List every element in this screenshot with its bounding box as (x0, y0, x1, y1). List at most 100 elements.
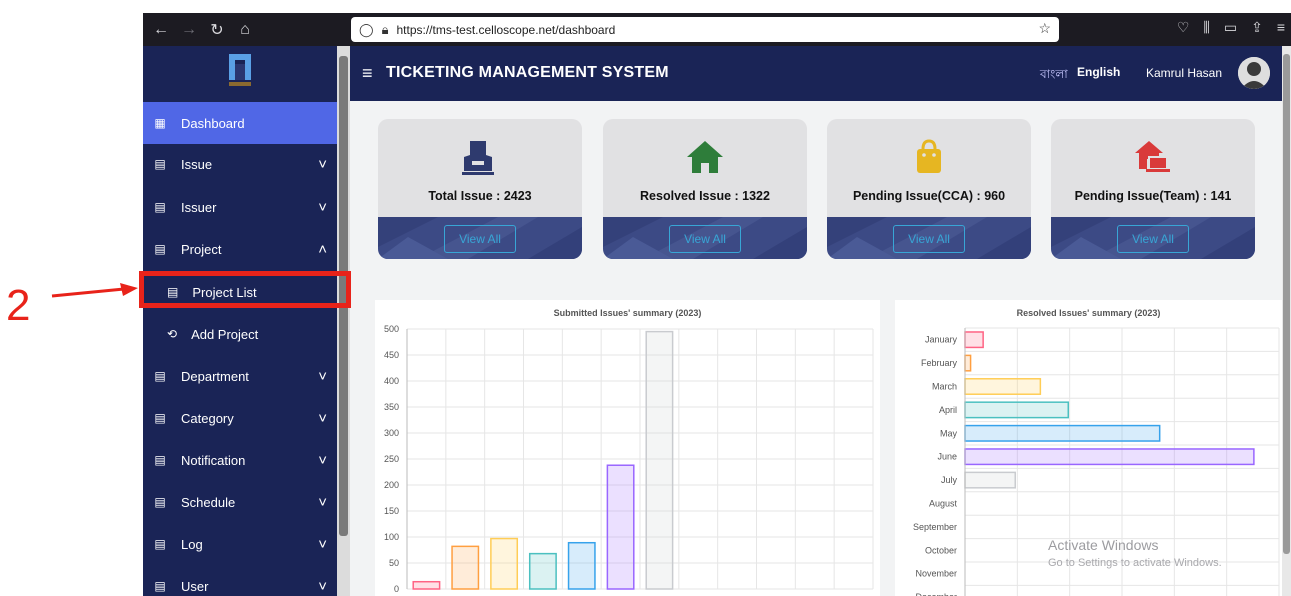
home-icon[interactable]: ⌂ (231, 21, 259, 39)
url-bar[interactable]: ◯ 🔒︎ https://tms-test.celloscope.net/das… (351, 17, 1059, 42)
y-category-label: November (915, 569, 957, 579)
stat-card: Pending Issue(Team) : 141 View All (1051, 119, 1255, 259)
logo (143, 46, 337, 101)
stat-card-footer: View All (603, 217, 807, 259)
hamburger-menu-icon[interactable]: ≡ (362, 63, 373, 84)
submitted-chart-svg: 0 50 100 150 200 250 300 350 400 450 500 (384, 324, 874, 594)
bar-april (964, 401, 1070, 419)
y-category-label: September (913, 522, 957, 532)
user-avatar-icon (1238, 57, 1270, 89)
y-category-label: July (941, 475, 958, 485)
sidebar-item-label: Dashboard (181, 115, 245, 131)
chevron-down-icon: ˅ (318, 451, 327, 469)
sidebar-item-department[interactable]: ▤ Department ˅ (143, 355, 337, 397)
view-all-button[interactable]: View All (1117, 225, 1189, 253)
account-icon[interactable]: ⇪ (1251, 19, 1263, 36)
sidebar-item-schedule[interactable]: ▤ Schedule ˅ (143, 481, 337, 523)
chevron-down-icon: ˅ (318, 577, 327, 595)
user-name[interactable]: Kamrul Hasan (1146, 66, 1222, 80)
y-tick-label: 500 (384, 324, 399, 334)
y-tick-label: 0 (394, 584, 399, 594)
house-laptop-icon (1051, 139, 1255, 180)
screen: 2 ← → ↻ ⌂ ◯ 🔒︎ https://tms-test.cellosco… (0, 0, 1291, 596)
sidebar-toggle-icon[interactable]: ▭ (1224, 19, 1237, 36)
y-category-label: October (925, 545, 957, 555)
shopping-bag-icon (827, 139, 1031, 180)
lock-icon: 🔒︎ (381, 21, 389, 37)
bar-june (606, 464, 635, 590)
y-tick-label: 50 (389, 558, 399, 568)
sidebar-item-label: Log (181, 536, 203, 552)
view-all-button[interactable]: View All (444, 225, 516, 253)
y-tick-label: 100 (384, 532, 399, 542)
list-icon: ▤ (154, 495, 166, 509)
y-tick-label: 450 (384, 350, 399, 360)
chevron-down-icon: ˅ (318, 198, 327, 216)
sidebar-item-project[interactable]: ▤ Project ˄ (143, 228, 337, 270)
language-english-link[interactable]: English (1077, 65, 1120, 79)
bar-march (490, 537, 519, 590)
sidebar-item-dashboard[interactable]: ▦ Dashboard (143, 102, 337, 144)
sidebar-item-add-project[interactable]: ⟲ Add Project (143, 313, 337, 355)
page-scroll-thumb[interactable] (1283, 54, 1290, 554)
bar-january (964, 331, 984, 349)
list-icon: ▤ (154, 579, 166, 593)
view-all-button[interactable]: View All (669, 225, 741, 253)
sidebar-item-issue[interactable]: ▤ Issue ˅ (143, 143, 337, 185)
back-icon[interactable]: ← (147, 21, 175, 39)
chevron-down-icon: ˅ (318, 409, 327, 427)
bookmark-star-icon[interactable]: ☆ (1038, 20, 1051, 37)
browser-toolbar: ← → ↻ ⌂ ◯ 🔒︎ https://tms-test.celloscope… (143, 13, 1291, 46)
stat-card: Total Issue : 2423 View All (378, 119, 582, 259)
page-scrollbar[interactable] (1282, 46, 1291, 596)
library-icon[interactable]: ⫼ (1203, 19, 1209, 36)
y-category-label: January (925, 335, 958, 345)
app-title: TICKETING MANAGEMENT SYSTEM (386, 64, 669, 81)
pocket-icon[interactable]: ♡ (1177, 19, 1190, 36)
history-icon: ⟲ (167, 327, 178, 341)
sidebar-item-issuer[interactable]: ▤ Issuer ˅ (143, 186, 337, 228)
sidebar-item-label: Issue (181, 156, 213, 172)
sidebar-item-label: Department (181, 368, 249, 384)
y-tick-label: 150 (384, 506, 399, 516)
stat-card: Pending Issue(CCA) : 960 View All (827, 119, 1031, 259)
sidebar-item-category[interactable]: ▤ Category ˅ (143, 397, 337, 439)
browser-right-icons: ♡ ⫼ ▭ ⇪ ≡ (1177, 19, 1285, 36)
url-text: https://tms-test.celloscope.net/dashboar… (396, 22, 616, 37)
shield-icon: ◯ (359, 21, 374, 37)
list-icon: ▤ (154, 200, 166, 214)
activation-watermark-text: Go to Settings to activate Windows. (1048, 557, 1222, 569)
bar-may (567, 541, 596, 590)
list-icon: ▤ (154, 411, 166, 425)
avatar[interactable] (1238, 57, 1270, 89)
stat-card-footer: View All (1051, 217, 1255, 259)
language-bangla-link[interactable]: বাংলা (1040, 66, 1068, 86)
sidebar-scrollbar[interactable] (337, 46, 350, 596)
chevron-down-icon: ˅ (318, 367, 327, 385)
bar-february (451, 545, 480, 590)
submitted-chart: Submitted Issues' summary (2023) 0 50 100 1… (375, 300, 880, 596)
y-category-label: March (932, 382, 957, 392)
sidebar-item-label: Notification (181, 452, 246, 468)
list-icon: ▤ (154, 242, 166, 256)
app-menu-icon[interactable]: ≡ (1277, 19, 1285, 36)
sidebar-item-log[interactable]: ▤ Log ˅ (143, 523, 337, 565)
forward-icon[interactable]: → (175, 21, 203, 39)
bar-june (964, 448, 1255, 466)
reload-icon[interactable]: ↻ (203, 20, 231, 40)
chevron-down-icon: ˅ (318, 535, 327, 553)
list-icon: ▤ (154, 453, 166, 467)
top-header: ≡ TICKETING MANAGEMENT SYSTEM বাংলা Engl… (350, 46, 1282, 101)
bar-january (412, 580, 441, 590)
y-tick-label: 350 (384, 402, 399, 412)
view-all-button[interactable]: View All (893, 225, 965, 253)
y-category-label: February (921, 358, 958, 368)
sidebar-item-notification[interactable]: ▤ Notification ˅ (143, 439, 337, 481)
y-tick-label: 250 (384, 454, 399, 464)
stat-card: Resolved Issue : 1322 View All (603, 119, 807, 259)
sidebar-item-label: Schedule (181, 494, 236, 510)
y-category-label: June (937, 452, 957, 462)
annotation-number: 2 (6, 281, 31, 330)
sidebar-item-user[interactable]: ▤ User ˅ (143, 565, 337, 596)
y-category-label: December (915, 592, 957, 596)
